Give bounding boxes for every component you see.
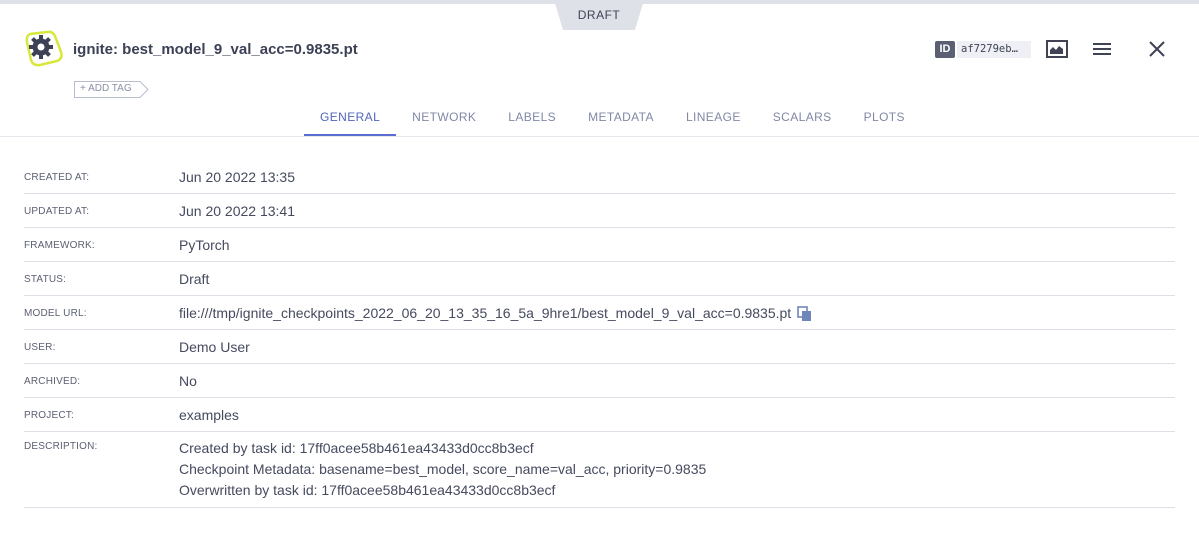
draft-label: DRAFT bbox=[577, 8, 621, 22]
add-tag-label: + ADD TAG bbox=[80, 83, 132, 94]
tab-network[interactable]: NETWORK bbox=[396, 100, 492, 136]
tab-plots[interactable]: PLOTS bbox=[848, 100, 921, 136]
detail-row-user: USER: Demo User bbox=[24, 330, 1175, 364]
framework-value: PyTorch bbox=[179, 237, 230, 253]
detail-row-created-at: CREATED AT: Jun 20 2022 13:35 bbox=[24, 160, 1175, 194]
tab-general[interactable]: GENERAL bbox=[304, 100, 397, 136]
tab-scalars[interactable]: SCALARS bbox=[757, 100, 848, 136]
description-value: Created by task id: 17ff0acee58b461ea434… bbox=[179, 438, 706, 501]
draft-badge: DRAFT bbox=[554, 0, 644, 30]
model-url-label: MODEL URL: bbox=[24, 308, 87, 319]
framework-label: FRAMEWORK: bbox=[24, 240, 95, 251]
project-value: examples bbox=[179, 407, 239, 423]
chart-icon[interactable] bbox=[1046, 40, 1068, 58]
tab-labels[interactable]: LABELS bbox=[492, 100, 572, 136]
project-label: PROJECT: bbox=[24, 410, 74, 421]
created-at-label: CREATED AT: bbox=[24, 172, 90, 183]
model-icon bbox=[24, 30, 64, 68]
archived-value: No bbox=[179, 373, 197, 389]
tabs-divider bbox=[0, 136, 1199, 137]
status-label: STATUS: bbox=[24, 274, 67, 285]
close-icon[interactable] bbox=[1148, 40, 1166, 58]
menu-icon[interactable] bbox=[1092, 41, 1112, 57]
description-line: Checkpoint Metadata: basename=best_model… bbox=[179, 461, 707, 477]
description-line: Created by task id: 17ff0acee58b461ea434… bbox=[179, 440, 534, 456]
detail-row-framework: FRAMEWORK: PyTorch bbox=[24, 228, 1175, 262]
tab-lineage[interactable]: LINEAGE bbox=[670, 100, 757, 136]
detail-row-archived: ARCHIVED: No bbox=[24, 364, 1175, 398]
copy-icon[interactable] bbox=[797, 306, 813, 322]
user-label: USER: bbox=[24, 342, 56, 353]
archived-label: ARCHIVED: bbox=[24, 376, 81, 387]
detail-row-updated-at: UPDATED AT: Jun 20 2022 13:41 bbox=[24, 194, 1175, 228]
description-label: DESCRIPTION: bbox=[24, 441, 98, 452]
model-url-value[interactable]: file:///tmp/ignite_checkpoints_2022_06_2… bbox=[179, 305, 791, 321]
user-value: Demo User bbox=[179, 339, 250, 355]
detail-row-model-url: MODEL URL: file:///tmp/ignite_checkpoint… bbox=[24, 296, 1175, 330]
status-value: Draft bbox=[179, 271, 210, 287]
description-line: Overwritten by task id: 17ff0acee58b461e… bbox=[179, 482, 556, 498]
detail-row-project: PROJECT: examples bbox=[24, 398, 1175, 432]
tab-bar: GENERAL NETWORK LABELS METADATA LINEAGE … bbox=[304, 100, 921, 136]
updated-at-label: UPDATED AT: bbox=[24, 206, 90, 217]
created-at-value: Jun 20 2022 13:35 bbox=[179, 169, 295, 185]
id-badge: ID bbox=[935, 41, 955, 58]
detail-row-status: STATUS: Draft bbox=[24, 262, 1175, 296]
detail-row-description: DESCRIPTION: Created by task id: 17ff0ac… bbox=[24, 432, 1175, 508]
model-title: ignite: best_model_9_val_acc=0.9835.pt bbox=[73, 41, 358, 58]
details-table: CREATED AT: Jun 20 2022 13:35 UPDATED AT… bbox=[24, 160, 1175, 508]
tab-metadata[interactable]: METADATA bbox=[572, 100, 670, 136]
id-value[interactable]: af7279eb… bbox=[957, 41, 1031, 58]
updated-at-value: Jun 20 2022 13:41 bbox=[179, 203, 295, 219]
model-url-cell: file:///tmp/ignite_checkpoints_2022_06_2… bbox=[179, 305, 813, 322]
